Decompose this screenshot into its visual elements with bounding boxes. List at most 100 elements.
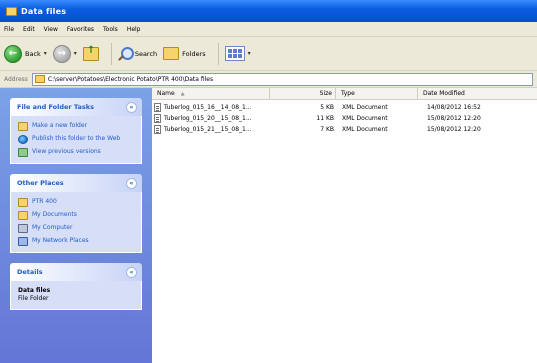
folders-button[interactable]: Folders <box>163 47 206 60</box>
file-row[interactable]: Tuberlog_015_21__15_08_1... 7 KB XML Doc… <box>152 124 537 134</box>
views-icon <box>224 46 245 61</box>
file-date: 14/08/2012 16:52 <box>427 103 481 111</box>
column-header-date[interactable]: Date Modified <box>418 88 537 100</box>
title-bar: Data files <box>0 0 537 22</box>
my-documents-icon <box>18 211 28 220</box>
window-title: Data files <box>21 6 67 16</box>
xml-file-icon <box>154 102 161 112</box>
collapse-icon[interactable]: « <box>126 177 137 189</box>
collapse-icon[interactable]: « <box>126 266 137 278</box>
toolbar-separator <box>217 42 219 65</box>
chevron-down-icon[interactable]: ▾ <box>74 50 77 57</box>
back-arrow-icon: ← <box>4 44 22 63</box>
panel-header[interactable]: File and Folder Tasks « <box>10 98 142 116</box>
other-places-panel: Other Places « PTR 400 My Documents My C… <box>10 174 142 253</box>
menu-help[interactable]: Help <box>127 26 141 33</box>
menu-favorites[interactable]: Favorites <box>67 26 94 33</box>
panel-title: Details <box>17 268 43 276</box>
folder-icon <box>18 198 28 207</box>
file-name-cell: Tuberlog_015_21__15_08_1... <box>154 124 270 134</box>
panel-header[interactable]: Details « <box>10 263 142 281</box>
chevron-down-icon[interactable]: ▾ <box>248 50 251 57</box>
column-label: Type <box>341 90 355 97</box>
chevron-down-icon[interactable]: ▾ <box>44 50 47 57</box>
task-label: Make a new folder <box>32 122 88 129</box>
search-label: Search <box>134 49 158 58</box>
place-label: My Network Places <box>32 237 89 244</box>
file-type: XML Document <box>342 103 388 111</box>
panel-title: File and Folder Tasks <box>17 103 94 111</box>
panel-title: Other Places <box>17 179 64 187</box>
details-type: File Folder <box>18 295 49 302</box>
views-button[interactable]: ▾ <box>224 46 251 61</box>
task-label: View previous versions <box>32 148 101 155</box>
column-label: Date Modified <box>423 90 465 97</box>
folder-icon <box>34 75 45 83</box>
my-network-places-icon <box>18 237 28 246</box>
sort-up-icon: ▲ <box>180 90 185 97</box>
file-type: XML Document <box>342 125 388 133</box>
file-folder-tasks-panel: File and Folder Tasks « Make a new folde… <box>10 98 142 164</box>
back-button[interactable]: ← Back ▾ <box>4 44 47 63</box>
menu-bar: File Edit View Favorites Tools Help <box>0 22 537 37</box>
up-folder-button[interactable] <box>82 45 99 61</box>
file-name: Tuberlog_015_21__15_08_1... <box>164 125 252 133</box>
details-name: Data files <box>18 287 51 294</box>
collapse-icon[interactable]: « <box>126 101 137 113</box>
column-header-size[interactable]: Size <box>270 88 336 100</box>
file-size: 5 KB <box>320 103 334 111</box>
panel-body: Make a new folder Publish this folder to… <box>10 116 142 164</box>
column-label: Name <box>157 90 175 97</box>
place-my-network-places[interactable]: My Network Places <box>18 237 135 246</box>
menu-tools[interactable]: Tools <box>103 26 118 33</box>
xml-file-icon <box>154 124 161 134</box>
task-previous-versions[interactable]: View previous versions <box>18 148 135 157</box>
search-button[interactable]: Search <box>118 46 158 61</box>
column-header-type[interactable]: Type <box>336 88 418 100</box>
file-name: Tuberlog_015_20__15_08_1... <box>164 114 252 122</box>
new-folder-icon <box>18 122 28 131</box>
task-label: Publish this folder to the Web <box>32 135 121 142</box>
details-panel: Details « Data files File Folder <box>10 263 142 310</box>
address-bar: Address C:\server\Potatoes\Electronic Po… <box>0 71 537 88</box>
address-input[interactable]: C:\server\Potatoes\Electronic Potato\PTR… <box>31 72 533 86</box>
toolbar-separator <box>110 42 112 65</box>
file-size: 11 KB <box>316 114 334 122</box>
toolbar: ← Back ▾ → ▾ Search Folders ▾ <box>0 37 537 71</box>
folders-icon <box>163 47 180 60</box>
forward-arrow-icon: → <box>52 44 71 63</box>
file-name-cell: Tuberlog_015_16__14_08_1... <box>154 102 270 112</box>
column-header-name[interactable]: Name ▲ <box>152 88 270 100</box>
file-list: Name ▲ Size Type Date Modified Tuberlog_… <box>152 88 537 363</box>
my-computer-icon <box>18 224 28 233</box>
xml-file-icon <box>154 113 161 123</box>
address-path: C:\server\Potatoes\Electronic Potato\PTR… <box>47 75 214 83</box>
panel-body: Data files File Folder <box>10 281 142 310</box>
folders-label: Folders <box>182 49 206 58</box>
menu-file[interactable]: File <box>4 26 14 33</box>
task-publish-web[interactable]: Publish this folder to the Web <box>18 135 135 144</box>
explorer-window: Data files File Edit View Favorites Tool… <box>0 0 537 363</box>
place-my-documents[interactable]: My Documents <box>18 211 135 220</box>
publish-web-icon <box>18 135 28 144</box>
menu-view[interactable]: View <box>44 26 58 33</box>
up-folder-icon <box>82 45 99 61</box>
file-size: 7 KB <box>320 125 334 133</box>
place-my-computer[interactable]: My Computer <box>18 224 135 233</box>
menu-edit[interactable]: Edit <box>23 26 35 33</box>
file-date: 15/08/2012 12:20 <box>427 125 481 133</box>
task-make-new-folder[interactable]: Make a new folder <box>18 122 135 131</box>
place-ptr-400[interactable]: PTR 400 <box>18 198 135 207</box>
forward-button[interactable]: → ▾ <box>52 44 77 63</box>
search-icon <box>118 46 134 61</box>
file-row[interactable]: Tuberlog_015_20__15_08_1... 11 KB XML Do… <box>152 113 537 123</box>
previous-versions-icon <box>18 148 28 157</box>
place-label: PTR 400 <box>32 198 57 205</box>
file-row[interactable]: Tuberlog_015_16__14_08_1... 5 KB XML Doc… <box>152 102 537 112</box>
place-label: My Documents <box>32 211 77 218</box>
place-label: My Computer <box>32 224 73 231</box>
file-name-cell: Tuberlog_015_20__15_08_1... <box>154 113 270 123</box>
panel-header[interactable]: Other Places « <box>10 174 142 192</box>
address-label: Address <box>4 75 28 83</box>
panel-body: PTR 400 My Documents My Computer My Netw… <box>10 192 142 253</box>
